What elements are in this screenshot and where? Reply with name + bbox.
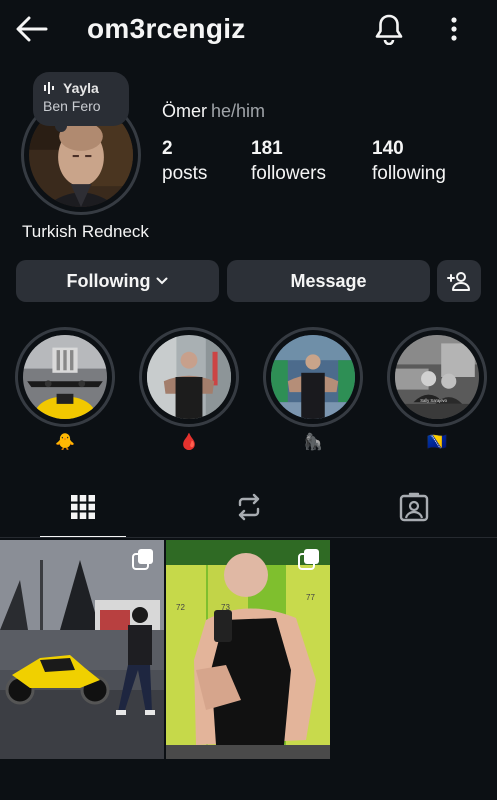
stat-posts[interactable]: 2 posts xyxy=(162,136,207,186)
posts-label: posts xyxy=(162,163,208,184)
tab-tagged[interactable] xyxy=(331,478,497,536)
locker-number-3: 77 xyxy=(306,593,315,602)
highlight-2-label: 🩸 xyxy=(179,434,199,451)
highlight-4-storefront-text: Sally Sarajevo xyxy=(420,398,447,403)
arrow-left-icon xyxy=(16,16,48,42)
profile-username: om3rcengiz xyxy=(87,13,246,44)
highlight-3-cover xyxy=(271,335,355,419)
tab-grid[interactable] xyxy=(0,478,166,536)
add-user-icon xyxy=(447,272,470,291)
chevron-down-icon xyxy=(156,277,168,285)
locker-number-1: 72 xyxy=(176,603,185,612)
highlight-4-label: 🇧🇦 xyxy=(427,434,447,451)
carousel-icon xyxy=(298,549,319,570)
profile-name: Ömer xyxy=(162,101,207,121)
repost-icon xyxy=(238,493,260,521)
stat-followers[interactable]: 181 followers xyxy=(251,136,326,186)
note-artist: Ben Fero xyxy=(43,98,101,114)
post-thumbnail-2[interactable]: 72 73 77 xyxy=(166,540,330,759)
back-button[interactable] xyxy=(14,12,50,46)
tagged-user-icon xyxy=(399,492,429,522)
grid-icon xyxy=(71,495,95,519)
highlight-1-label: 🐥 xyxy=(55,434,75,451)
suggested-users-button[interactable] xyxy=(437,260,481,302)
music-note-bubble[interactable]: Yayla Ben Fero xyxy=(33,72,129,132)
highlight-3-label: 🦍 xyxy=(303,434,323,451)
message-button[interactable]: Message xyxy=(227,260,430,302)
top-bar: om3rcengiz xyxy=(0,0,497,58)
tabs-divider xyxy=(0,537,497,538)
highlight-4[interactable]: Sally Sarajevo xyxy=(387,327,487,427)
followers-count: 181 xyxy=(251,138,283,159)
profile-pronouns: he/him xyxy=(211,101,266,121)
post-thumbnail-1[interactable] xyxy=(0,540,164,759)
highlight-1-cover xyxy=(23,335,107,419)
following-count: 140 xyxy=(372,138,404,159)
followers-label: followers xyxy=(251,163,326,184)
highlight-2-cover xyxy=(147,335,231,419)
more-vertical-icon xyxy=(451,17,457,41)
stat-following[interactable]: 140 following xyxy=(372,136,446,186)
highlight-2[interactable] xyxy=(139,327,239,427)
highlight-3[interactable] xyxy=(263,327,363,427)
following-button-label: Following xyxy=(66,270,151,291)
tab-reposts[interactable] xyxy=(166,478,332,536)
profile-name-row: Ömer he/him xyxy=(162,101,265,122)
audio-wave-icon xyxy=(44,82,54,94)
profile-display-name: Turkish Redneck xyxy=(22,222,149,241)
posts-count: 2 xyxy=(162,138,173,159)
post-1-image xyxy=(0,540,164,759)
more-options-button[interactable] xyxy=(440,12,468,46)
note-song-title: Yayla xyxy=(63,80,99,96)
highlight-4-cover: Sally Sarajevo xyxy=(395,335,479,419)
bell-icon xyxy=(375,14,403,45)
post-2-image: 72 73 77 xyxy=(166,540,330,759)
following-label: following xyxy=(372,163,446,184)
profile-tabs xyxy=(0,478,497,538)
highlight-1[interactable] xyxy=(15,327,115,427)
following-button[interactable]: Following xyxy=(16,260,219,302)
carousel-icon xyxy=(132,549,153,570)
message-button-label: Message xyxy=(290,270,367,291)
notifications-button[interactable] xyxy=(371,11,407,47)
